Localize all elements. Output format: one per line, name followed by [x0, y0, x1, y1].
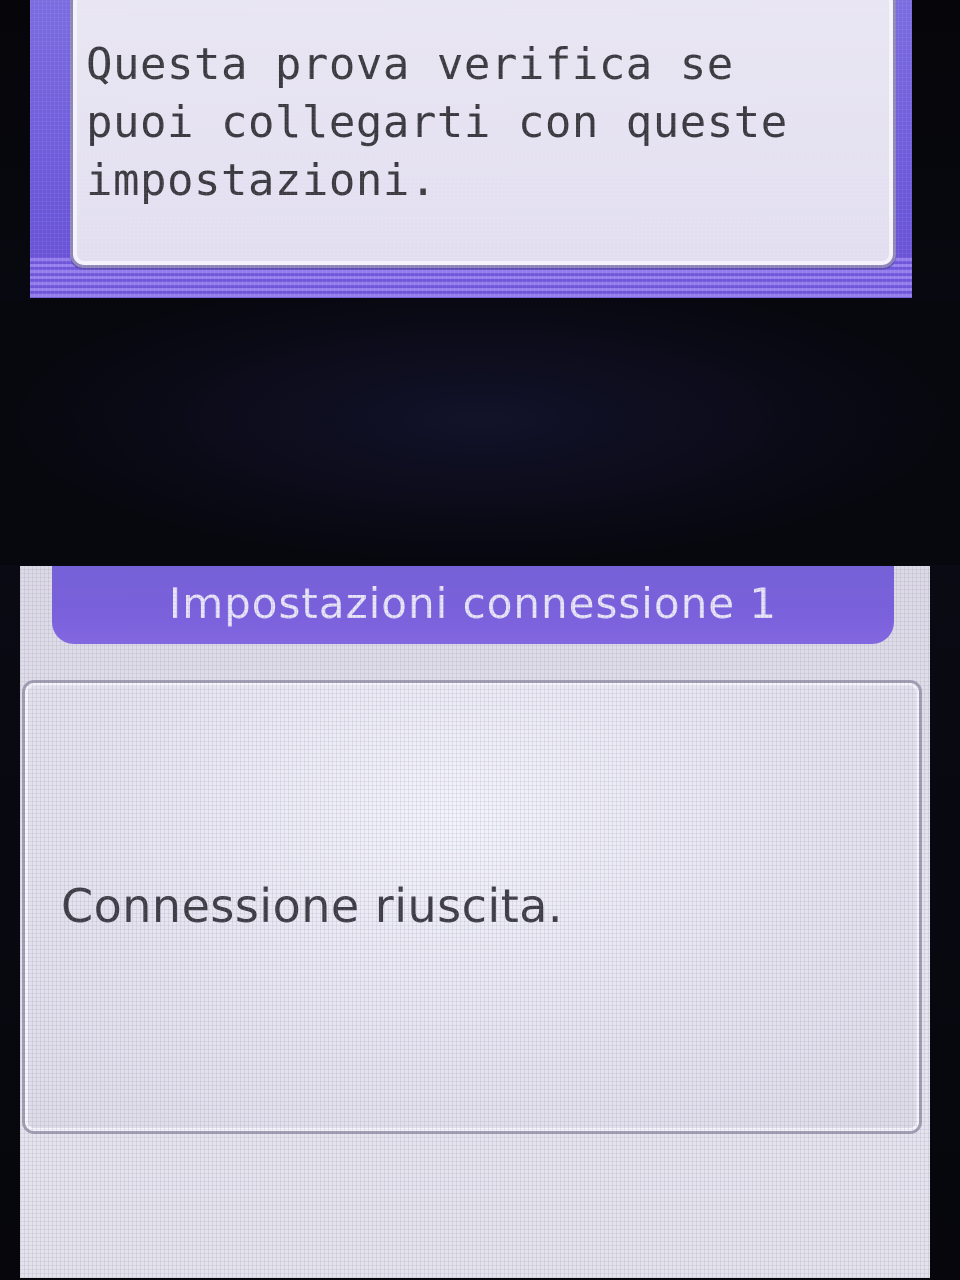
connection-status-text: Connessione riuscita.	[61, 879, 564, 933]
info-message: Questa prova verifica se puoi collegarti…	[86, 39, 788, 206]
ds-screens: Questa prova verifica se puoi collegarti…	[0, 0, 960, 1280]
page-title: Impostazioni connessione 1	[168, 579, 778, 628]
screen-hinge-gap	[0, 300, 960, 565]
title-bar: Impostazioni connessione 1	[52, 566, 894, 644]
bottom-screen: Impostazioni connessione 1 Connessione r…	[20, 566, 930, 1278]
top-screen: Questa prova verifica se puoi collegarti…	[30, 0, 912, 298]
result-panel[interactable]: Connessione riuscita.	[22, 680, 922, 1134]
